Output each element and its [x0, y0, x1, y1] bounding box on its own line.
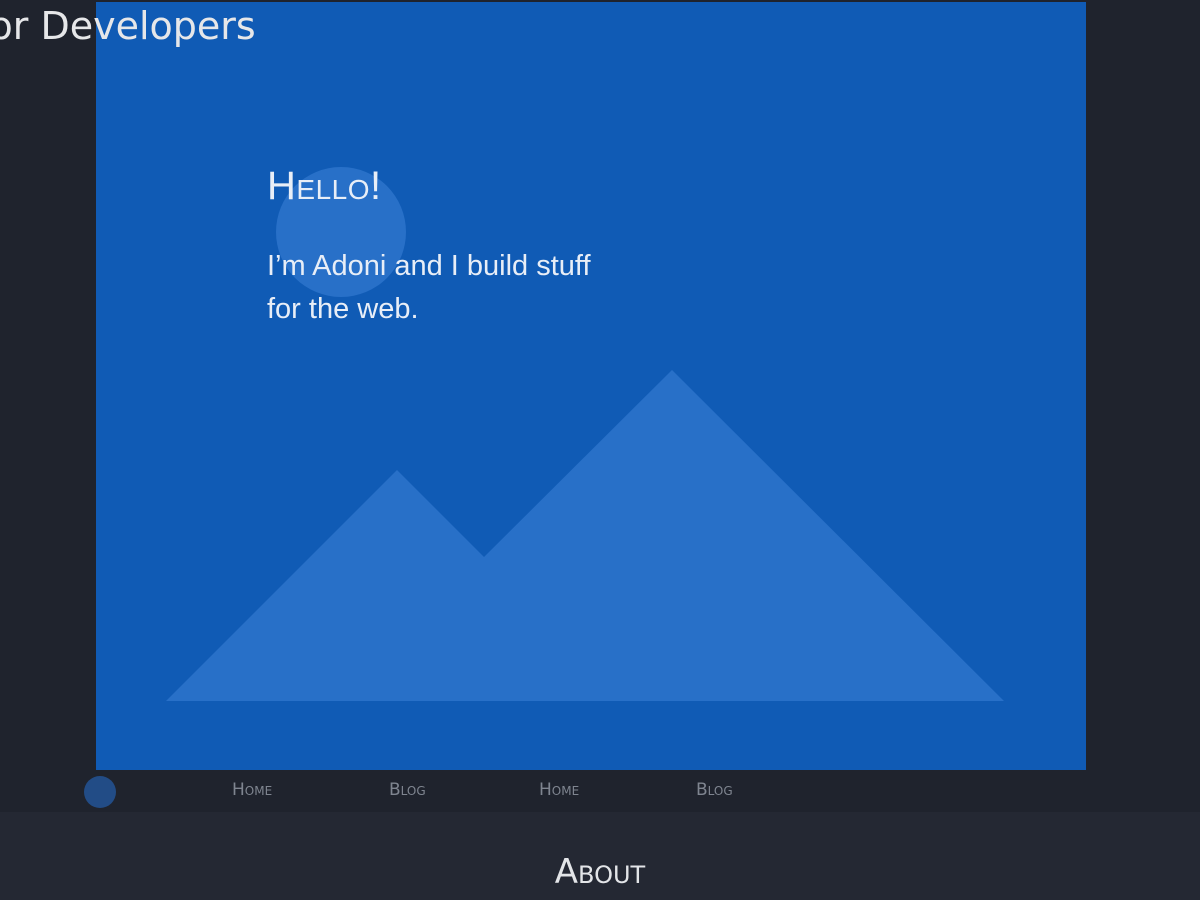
nav-bar: Home Blog Home Blog [0, 770, 1200, 812]
mountains-illustration-icon [166, 167, 1004, 701]
about-section: About [0, 812, 1200, 900]
mountain-small [166, 370, 1004, 701]
site-title-text: For Developers [0, 4, 256, 48]
nav-link-blog-2[interactable]: Blog [696, 780, 733, 800]
nav-link-home[interactable]: Home [232, 780, 272, 800]
hero-section: Hello! I’m Adoni and I build stuff for t… [96, 2, 1086, 770]
page: For Developers Hello! I’m Adoni and I bu… [0, 0, 1200, 900]
site-title: For Developers [0, 4, 256, 48]
nav-link-home-2[interactable]: Home [539, 780, 579, 800]
nav-link-blog[interactable]: Blog [389, 780, 426, 800]
hero-subtitle: I’m Adoni and I build stuff for the web. [267, 250, 591, 325]
circle-indicator-icon [84, 776, 116, 808]
about-heading: About [554, 852, 646, 892]
hero-heading: Hello! [267, 164, 382, 208]
hero-text: Hello! I’m Adoni and I build stuff for t… [267, 164, 597, 331]
